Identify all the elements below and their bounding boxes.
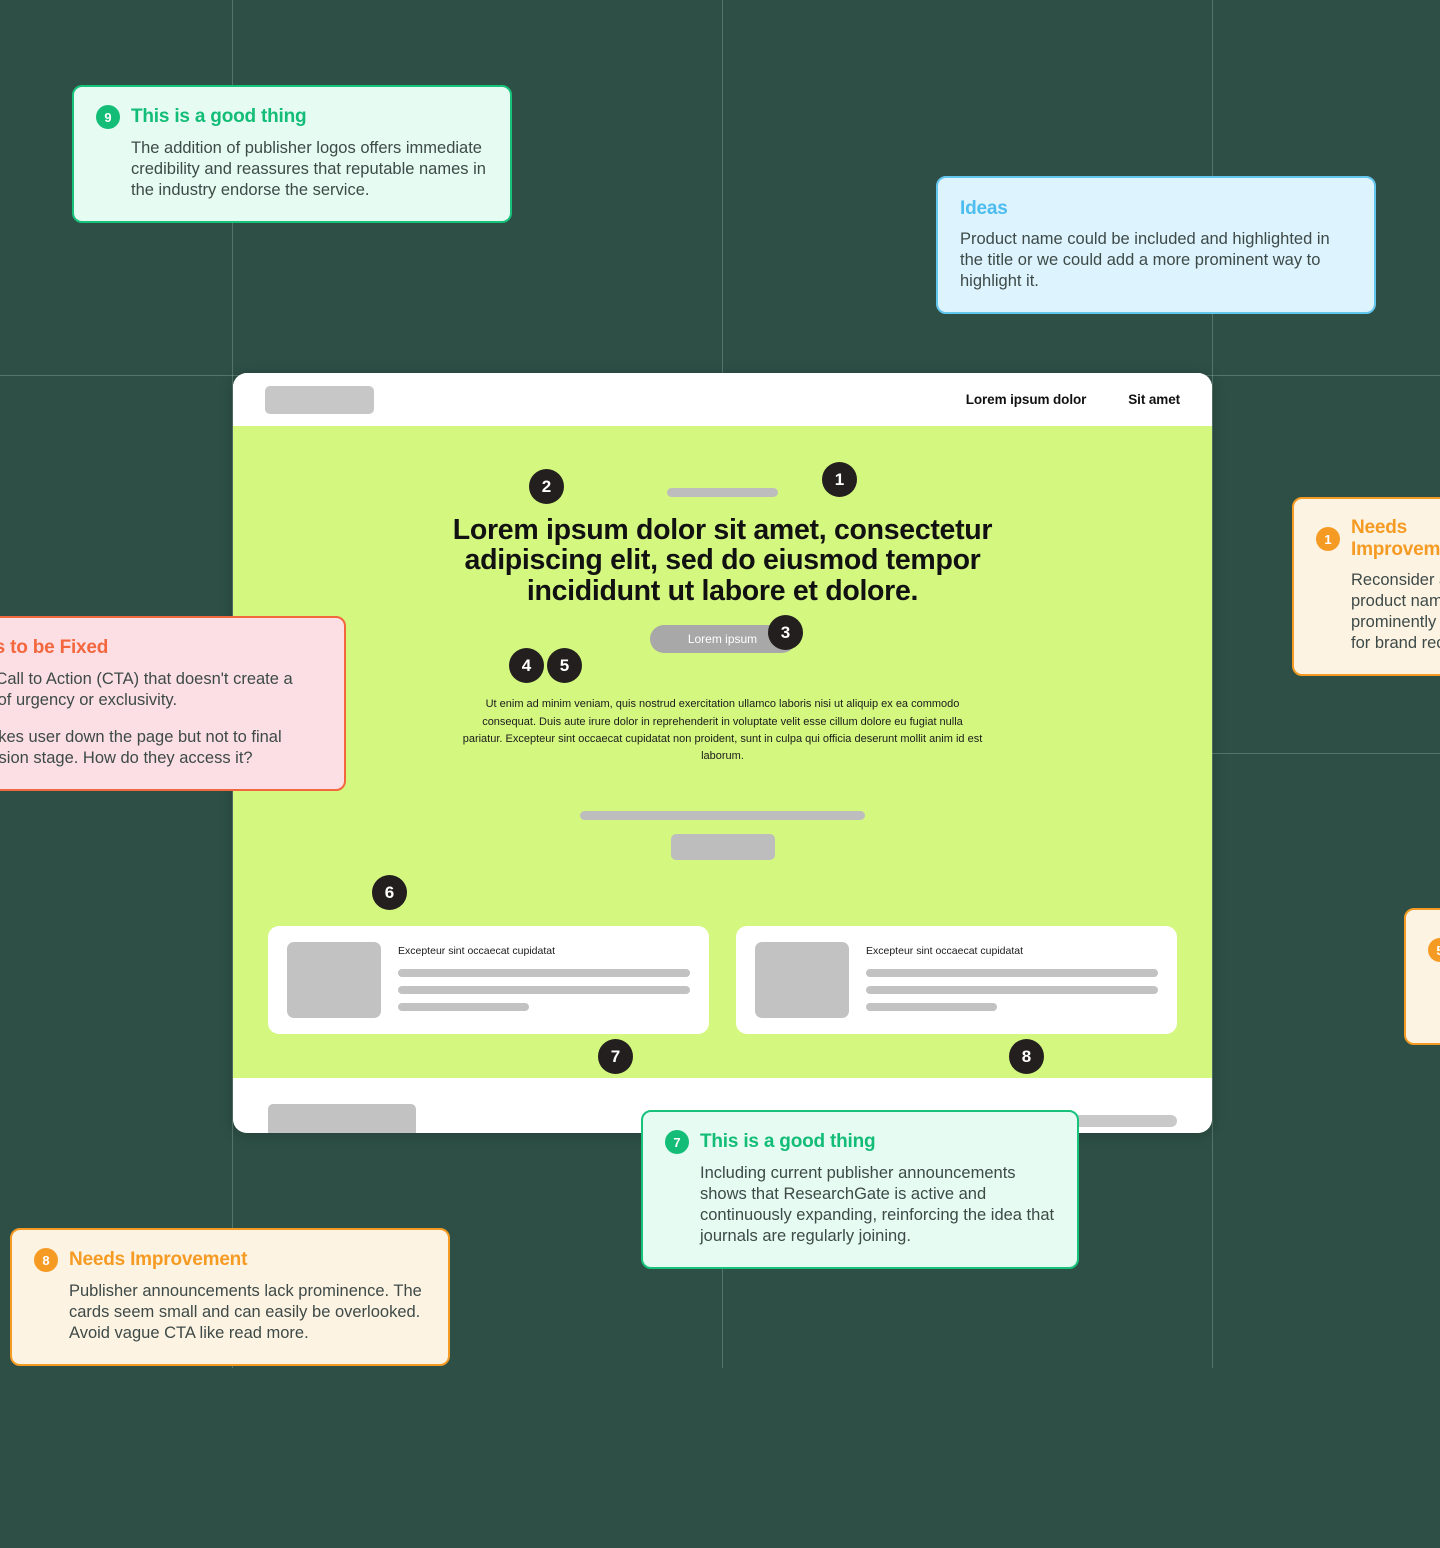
publisher-card-title: Excepteur sint occaecat cupidatat (866, 944, 1024, 957)
publisher-card-thumbnail (755, 941, 849, 1018)
annotation-card-needs-to-be-fixed[interactable]: Needs to be Fixed Weak Call to Action (C… (0, 616, 346, 791)
website-mockup: Lorem ipsum dolor Sit amet Lorem ipsum d… (233, 373, 1212, 1133)
annotation-card-improve-5[interactable]: 5 Needs Improvement Consider clearer sup… (1404, 908, 1440, 1045)
hero-title: Lorem ipsum dolor sit amet, consectetur … (452, 514, 993, 607)
annotation-title: Needs Improvement (69, 1249, 248, 1270)
annotation-badge-8: 8 (34, 1248, 58, 1272)
annotation-header: Ideas (960, 198, 1352, 220)
annotation-text: Reconsider adding product name more prom… (1351, 571, 1440, 652)
publisher-card-line (398, 1002, 530, 1011)
marker-2[interactable]: 2 (529, 469, 564, 504)
marker-5[interactable]: 5 (547, 648, 582, 683)
annotation-header: 7 This is a good thing (665, 1130, 1055, 1154)
publisher-card-body: Excepteur sint occaecat cupidatat (398, 942, 690, 1011)
publisher-cards-row: Excepteur sint occaecat cupidatat Except… (233, 925, 1212, 1034)
publisher-card-thumbnail (287, 941, 381, 1018)
logo-placeholder (265, 385, 374, 414)
annotation-text-paragraph-2: CTA takes user down the page but not to … (0, 727, 282, 767)
annotation-header: 5 Needs Improvement (1428, 928, 1440, 972)
footer-logo-placeholder (268, 1103, 416, 1133)
annotation-title: Needs to be Fixed (0, 637, 109, 658)
publisher-card-line (866, 968, 1158, 977)
annotation-badge-1: 1 (1316, 527, 1340, 551)
annotation-header: 8 Needs Improvement (34, 1248, 426, 1272)
nav-link-sit-amet[interactable]: Sit amet (1128, 392, 1180, 407)
annotation-title: This is a good thing (700, 1131, 876, 1152)
publisher-card-title: Excepteur sint occaecat cupidatat (398, 944, 556, 957)
button-placeholder[interactable] (670, 833, 775, 860)
nav-link-lorem-ipsum-dolor[interactable]: Lorem ipsum dolor (966, 392, 1087, 407)
annotation-title: This is a good thing (131, 106, 307, 127)
annotation-header: 1 Needs Improvement (1316, 517, 1440, 561)
eyebrow-placeholder (667, 488, 778, 497)
annotation-card-good-9[interactable]: 9 This is a good thing The addition of p… (72, 85, 512, 223)
marker-7[interactable]: 7 (598, 1039, 633, 1074)
annotation-text: Product name could be included and highl… (960, 230, 1330, 290)
publisher-card[interactable]: Excepteur sint occaecat cupidatat (736, 925, 1177, 1034)
annotation-header: Needs to be Fixed (0, 636, 322, 660)
site-header: Lorem ipsum dolor Sit amet (233, 373, 1212, 426)
annotation-badge-9: 9 (96, 105, 120, 129)
long-bar-placeholder (580, 810, 865, 820)
annotation-text: The addition of publisher logos offers i… (131, 139, 486, 199)
publisher-card-line (398, 968, 690, 977)
publisher-card-body: Excepteur sint occaecat cupidatat (866, 942, 1158, 1011)
annotation-text: Including current publisher announcement… (700, 1164, 1055, 1245)
publisher-card[interactable]: Excepteur sint occaecat cupidatat (268, 925, 709, 1034)
marker-8[interactable]: 8 (1009, 1039, 1044, 1074)
annotation-text: Consider clearer supporting copy. (1428, 981, 1440, 1023)
annotation-text-paragraph-1: Weak Call to Action (CTA) that doesn't c… (0, 670, 293, 709)
publisher-card-line (866, 985, 1158, 994)
marker-6[interactable]: 6 (372, 875, 407, 910)
annotation-text: Weak Call to Action (CTA) that doesn't c… (0, 669, 322, 769)
annotation-card-improve-8[interactable]: 8 Needs Improvement Publisher announceme… (10, 1228, 450, 1366)
annotation-badge-5: 5 (1428, 938, 1440, 962)
annotation-badge-7: 7 (665, 1130, 689, 1154)
annotation-card-good-7[interactable]: 7 This is a good thing Including current… (641, 1110, 1079, 1269)
marker-3[interactable]: 3 (768, 615, 803, 650)
publisher-card-line (398, 985, 690, 994)
publisher-card-line (866, 1002, 998, 1011)
hero-body-text: Ut enim ad minim veniam, quis nostrud ex… (462, 698, 983, 762)
annotation-card-improve-1[interactable]: 1 Needs Improvement Reconsider adding pr… (1292, 497, 1440, 676)
marker-4[interactable]: 4 (509, 648, 544, 683)
annotation-card-ideas[interactable]: Ideas Product name could be included and… (936, 176, 1376, 314)
annotation-title: Needs Improvement (1351, 517, 1440, 560)
annotation-text: Publisher announcements lack prominence.… (69, 1282, 422, 1342)
annotation-header: 9 This is a good thing (96, 105, 488, 129)
annotation-title: Ideas (960, 198, 1008, 219)
hero-section: Lorem ipsum dolor sit amet, consectetur … (233, 426, 1212, 1078)
marker-1[interactable]: 1 (822, 462, 857, 497)
